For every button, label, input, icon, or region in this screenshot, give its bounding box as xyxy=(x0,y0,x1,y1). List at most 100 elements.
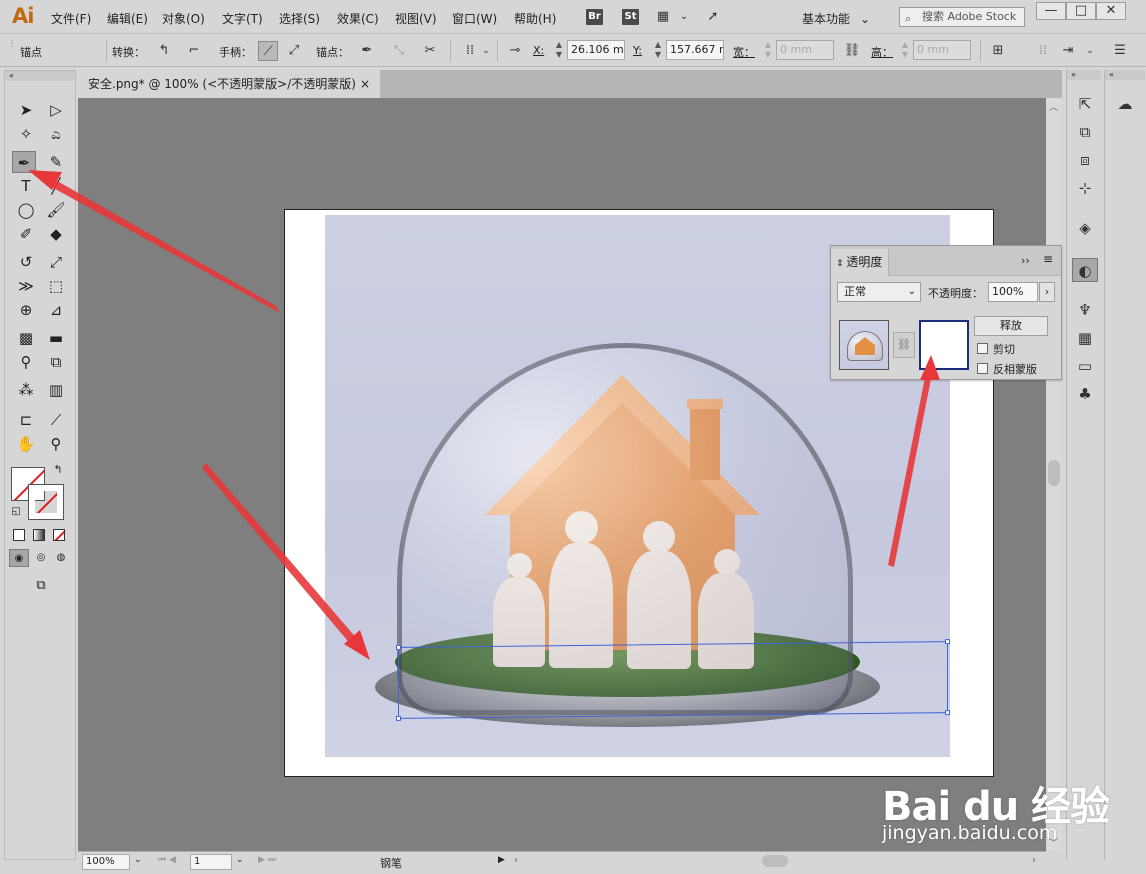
height-stepper-icon[interactable]: ▲ ▼ xyxy=(899,40,911,60)
default-colors-icon[interactable]: ◱ xyxy=(9,505,23,519)
x-stepper-icon[interactable]: ▲ ▼ xyxy=(553,40,565,60)
menu-effect[interactable]: 效果(C) xyxy=(337,10,379,27)
constrain-link-icon[interactable]: ⛓ xyxy=(842,41,862,61)
workspace-switcher[interactable]: 基本功能 ⌄ xyxy=(802,10,870,27)
free-transform-icon[interactable]: ⬚ xyxy=(44,275,68,297)
pen-tool-icon[interactable]: ✒ xyxy=(12,151,36,173)
screen-mode-icon[interactable]: ⧉ xyxy=(29,575,53,597)
draw-behind-icon[interactable]: ◎ xyxy=(31,549,51,567)
magic-wand-icon[interactable]: ✧ xyxy=(14,123,38,145)
creative-cloud-libraries-icon[interactable]: ☁ xyxy=(1112,92,1138,116)
panel-menu-icon[interactable]: ☰ xyxy=(1110,41,1130,61)
width-stepper-icon[interactable]: ▲ ▼ xyxy=(762,40,774,60)
dock-collapse-icon[interactable]: « xyxy=(1067,70,1101,80)
stock-button[interactable]: St xyxy=(622,9,639,25)
remove-anchor-icon[interactable]: ✒ xyxy=(357,41,377,61)
y-stepper-icon[interactable]: ▲ ▼ xyxy=(652,40,664,60)
direct-selection-icon[interactable]: ▷ xyxy=(44,99,68,121)
mask-link-icon[interactable]: ⛓ xyxy=(893,332,915,358)
horizontal-scroll-thumb[interactable] xyxy=(762,855,788,867)
selection-handle[interactable] xyxy=(396,644,401,650)
menu-file[interactable]: 文件(F) xyxy=(51,10,91,27)
scale-icon[interactable]: ⤢ xyxy=(44,251,68,273)
menu-view[interactable]: 视图(V) xyxy=(395,10,437,27)
chevron-down-icon[interactable]: ⌄ xyxy=(134,855,142,865)
graph-tool-icon[interactable]: ▥ xyxy=(44,379,68,401)
transparency-icon[interactable]: ◐ xyxy=(1072,258,1098,282)
transform-icon[interactable]: ⊹ xyxy=(1072,176,1098,200)
lasso-icon[interactable]: ಎ xyxy=(44,123,68,145)
isolate-icon[interactable]: ⊞ xyxy=(988,41,1008,61)
x-input[interactable]: 26.106 mm xyxy=(567,40,625,60)
artboard-tool-icon[interactable]: ⊏ xyxy=(14,409,38,431)
transform-icon[interactable]: ⇥ xyxy=(1058,41,1078,61)
layers-icon[interactable]: ◈ xyxy=(1072,216,1098,240)
curvature-tool-icon[interactable]: ✎ xyxy=(44,151,68,173)
gpu-rocket-icon[interactable]: ➚ xyxy=(703,7,723,27)
minimize-button[interactable]: — xyxy=(1036,2,1066,20)
arrange-documents-icon[interactable]: ▦ xyxy=(653,7,673,27)
checkbox-box[interactable] xyxy=(977,363,988,374)
menu-edit[interactable]: 编辑(E) xyxy=(107,10,148,27)
draw-inside-icon[interactable]: ◍ xyxy=(51,549,71,567)
gradient-tool-icon[interactable]: ▬ xyxy=(44,327,68,349)
stroke-swatch[interactable] xyxy=(28,484,64,520)
grip-handle[interactable]: ⋮ xyxy=(8,39,16,48)
canvas-area[interactable] xyxy=(78,98,1046,851)
blend-mode-select[interactable]: 正常 ⌄ xyxy=(837,282,921,302)
menu-object[interactable]: 对象(O) xyxy=(162,10,205,27)
width-tool-icon[interactable]: ≫ xyxy=(14,275,38,297)
chevron-down-icon[interactable]: ⌄ xyxy=(476,41,496,61)
first-artboard-icon[interactable]: ⏮ ◀ xyxy=(158,855,176,865)
selection-tool-icon[interactable]: ➤ xyxy=(14,99,38,121)
export-icon[interactable]: ⇱ xyxy=(1072,92,1098,116)
cut-path-icon[interactable]: ✂ xyxy=(420,41,440,61)
opacity-slider-button[interactable]: › xyxy=(1039,282,1055,302)
mesh-tool-icon[interactable]: ▩ xyxy=(14,327,38,349)
blend-tool-icon[interactable]: ⧉ xyxy=(44,351,68,373)
line-tool-icon[interactable]: ╱ xyxy=(44,175,68,197)
zoom-input[interactable]: 100% xyxy=(82,854,130,870)
paintbrush-icon[interactable]: 🖌 xyxy=(44,199,68,221)
panel-menu-icon[interactable]: ≡ xyxy=(1043,252,1053,266)
none-mode-icon[interactable] xyxy=(53,529,65,541)
arrange-icon[interactable]: ⧉ xyxy=(1072,120,1098,144)
rotate-icon[interactable]: ↺ xyxy=(14,251,38,273)
last-artboard-icon[interactable]: ▶ ⏭ xyxy=(258,855,276,865)
bridge-button[interactable]: Br xyxy=(586,9,603,25)
hide-handles-icon[interactable]: ⤢ xyxy=(284,41,304,61)
shape-builder-icon[interactable]: ⊕ xyxy=(14,299,38,321)
arrange-dropdown-icon[interactable]: ⌄ xyxy=(674,7,694,27)
connect-anchor-icon[interactable]: ⤡ xyxy=(389,41,409,61)
stock-search-input[interactable]: ⌕ 搜索 Adobe Stock xyxy=(899,7,1025,27)
chevron-down-icon[interactable]: ⌄ xyxy=(1080,41,1100,61)
menu-help[interactable]: 帮助(H) xyxy=(514,10,556,27)
clip-checkbox[interactable]: 剪切 xyxy=(977,341,1015,357)
type-tool-icon[interactable]: T xyxy=(14,175,38,197)
artboard-number-input[interactable]: 1 xyxy=(190,854,232,870)
menu-type[interactable]: 文字(T) xyxy=(222,10,263,27)
artwork-thumbnail[interactable] xyxy=(839,320,889,370)
scroll-up-icon[interactable]: ︿ xyxy=(1049,100,1058,113)
vertical-scrollbar[interactable]: ︿ ﹀ xyxy=(1046,98,1062,851)
menu-select[interactable]: 选择(S) xyxy=(279,10,320,27)
convert-corner-icon[interactable]: ↰ xyxy=(154,41,174,61)
show-handles-icon[interactable]: ⟋ xyxy=(258,41,278,61)
scroll-left-icon[interactable]: ‹ xyxy=(514,855,518,866)
height-input[interactable]: 0 mm xyxy=(913,40,971,60)
invert-mask-checkbox[interactable]: 反相蒙版 xyxy=(977,361,1037,377)
eyedropper-icon[interactable]: ⚲ xyxy=(14,351,38,373)
chevron-down-icon[interactable]: ⌄ xyxy=(236,855,244,865)
transparency-tab[interactable]: ⇕ 透明度 xyxy=(831,249,889,276)
mask-thumbnail[interactable] xyxy=(919,320,969,370)
shaper-tool-icon[interactable]: ✐ xyxy=(14,223,38,245)
selection-handle[interactable] xyxy=(945,639,950,645)
y-input[interactable]: 157.667 m xyxy=(666,40,724,60)
document-tab[interactable]: 安全.png* @ 100% (<不透明蒙版>/不透明蒙版) × xyxy=(78,70,380,98)
hand-icon[interactable]: ✋ xyxy=(14,433,38,455)
selection-handle[interactable] xyxy=(396,715,401,721)
gradient-mode-icon[interactable] xyxy=(33,529,45,541)
status-menu-icon[interactable]: ▶ xyxy=(498,855,505,865)
checkbox-box[interactable] xyxy=(977,343,988,354)
opacity-input[interactable]: 100% xyxy=(988,282,1038,302)
